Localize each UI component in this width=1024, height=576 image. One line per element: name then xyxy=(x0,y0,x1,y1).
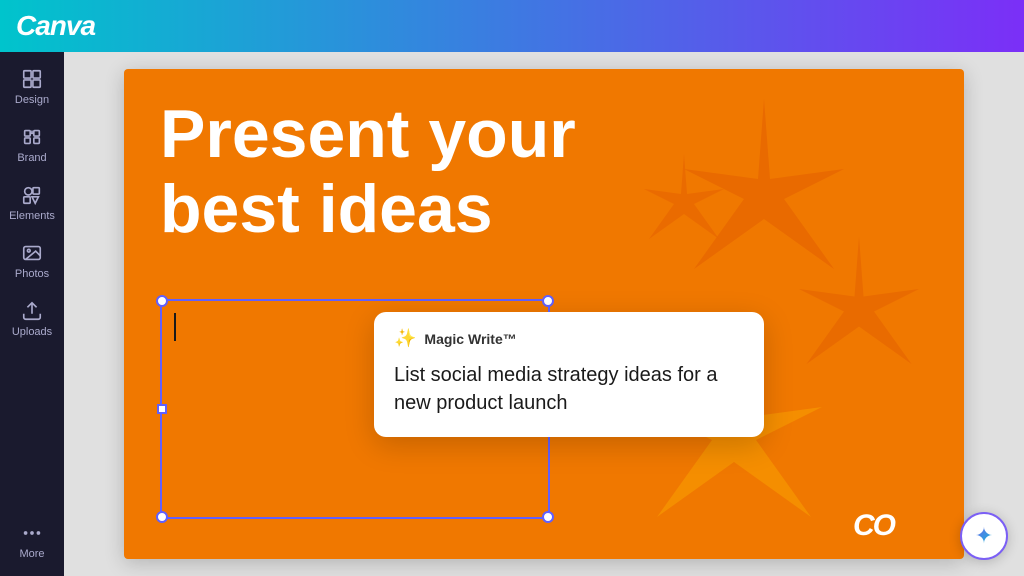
sidebar-design-label: Design xyxy=(15,94,49,106)
headline-line2: best ideas xyxy=(160,172,576,247)
magic-ai-button[interactable]: ✦ xyxy=(960,512,1008,560)
sidebar-elements-label: Elements xyxy=(9,210,55,222)
handle-bottom-right[interactable] xyxy=(542,511,554,523)
handle-middle-left[interactable] xyxy=(157,404,167,414)
magic-write-popup: ✨ Magic Write™ List social media strateg… xyxy=(374,312,764,437)
more-icon xyxy=(21,522,43,544)
magic-write-prompt[interactable]: List social media strategy ideas for a n… xyxy=(394,361,744,417)
sidebar-item-more[interactable]: More xyxy=(4,514,60,568)
canva-logo[interactable]: Canva xyxy=(16,10,95,42)
handle-top-left[interactable] xyxy=(156,295,168,307)
magic-write-header: ✨ Magic Write™ xyxy=(394,328,744,349)
magic-write-title: Magic Write™ xyxy=(424,331,516,347)
sidebar-item-design[interactable]: Design xyxy=(4,60,60,114)
sidebar-uploads-label: Uploads xyxy=(12,326,52,338)
app-header: Canva xyxy=(0,0,1024,52)
co-watermark: CO xyxy=(853,509,894,543)
sidebar-item-brand[interactable]: Brand xyxy=(4,118,60,172)
uploads-icon xyxy=(21,300,43,322)
sidebar-photos-label: Photos xyxy=(15,268,49,280)
layout-icon xyxy=(21,68,43,90)
slide-headline: Present your best ideas xyxy=(160,97,576,247)
photos-icon xyxy=(21,242,43,264)
sidebar-item-elements[interactable]: Elements xyxy=(4,176,60,230)
handle-top-right[interactable] xyxy=(542,295,554,307)
brand-icon xyxy=(21,126,43,148)
headline-line1: Present your xyxy=(160,97,576,172)
magic-write-icon: ✨ xyxy=(394,328,416,349)
text-cursor xyxy=(174,313,176,341)
handle-bottom-left[interactable] xyxy=(156,511,168,523)
main-layout: Design Brand Elements xyxy=(0,52,1024,576)
canvas-area: Present your best ideas xyxy=(64,52,1024,576)
star-small xyxy=(634,149,734,249)
sidebar-more-label: More xyxy=(19,548,44,560)
sidebar-item-photos[interactable]: Photos xyxy=(4,234,60,288)
elements-icon xyxy=(21,184,43,206)
sparkle-icon: ✦ xyxy=(975,523,993,549)
sidebar: Design Brand Elements xyxy=(0,52,64,576)
sidebar-item-uploads[interactable]: Uploads xyxy=(4,292,60,346)
sidebar-brand-label: Brand xyxy=(17,152,46,164)
